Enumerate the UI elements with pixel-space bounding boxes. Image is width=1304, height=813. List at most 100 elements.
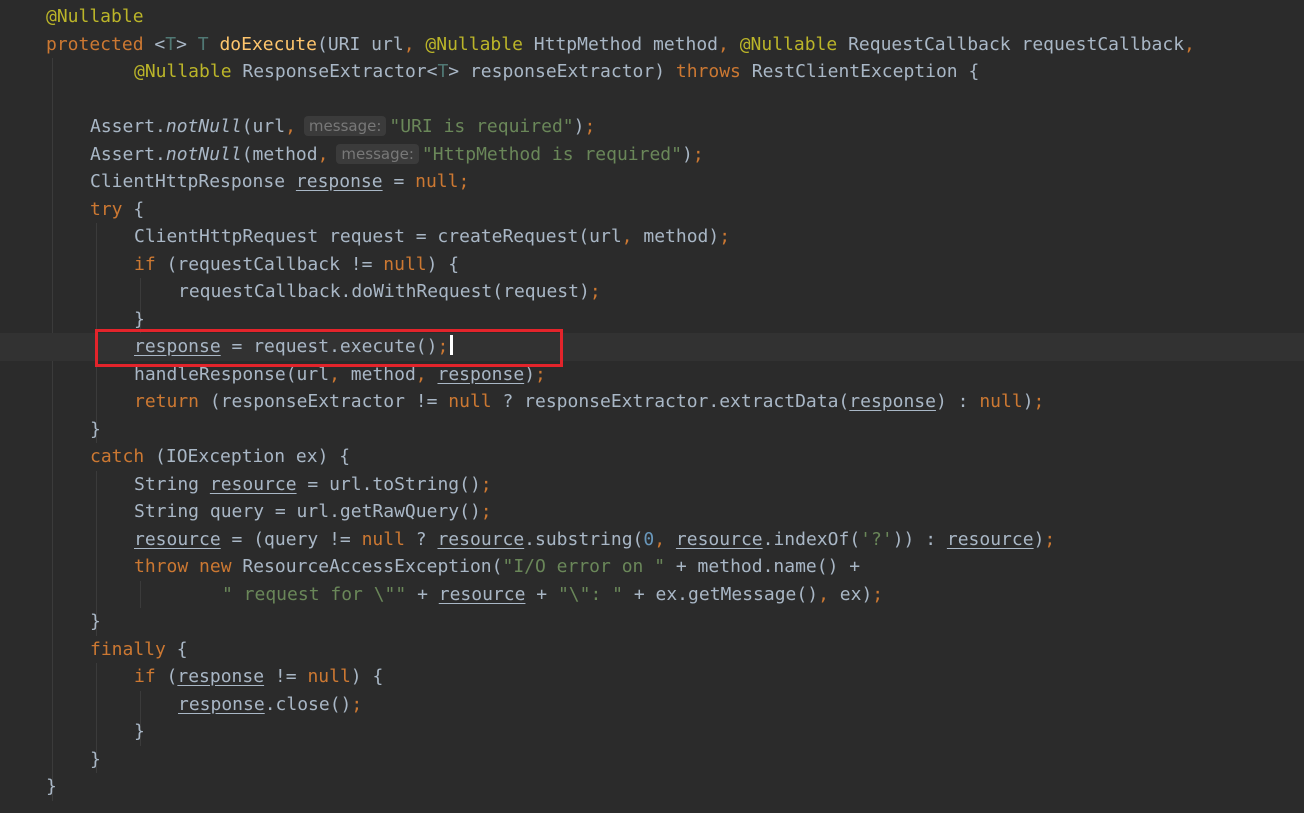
code-line-text: ClientHttpResponse response = null;	[90, 168, 469, 196]
code-line[interactable]: Assert.notNull(method, message: "HttpMetho…	[0, 141, 1304, 169]
code-line[interactable]: Assert.notNull(url, message: "URI is requi…	[0, 113, 1304, 141]
code-token: ;	[589, 281, 601, 302]
code-line[interactable]: finally {	[0, 636, 1304, 664]
code-token: try	[90, 198, 123, 220]
code-line-text: finally {	[90, 636, 188, 664]
code-token: throw new	[134, 556, 232, 577]
code-token: ;	[1033, 391, 1045, 412]
code-token: +	[525, 583, 558, 605]
code-line-text: }	[90, 746, 101, 774]
code-line-text: handleResponse(url, method, response);	[134, 361, 546, 389]
code-token: (requestCallback !=	[155, 253, 384, 275]
code-token: >	[176, 33, 198, 55]
code-token: T	[165, 33, 177, 55]
code-line-text: requestCallback.doWithRequest(request);	[178, 278, 601, 306]
code-line[interactable]: resource = (query != null ? resource.sub…	[0, 526, 1304, 554]
code-token: ;	[437, 336, 449, 357]
code-line[interactable]: }	[0, 718, 1304, 746]
code-line[interactable]: throw new ResourceAccessException("I/O e…	[0, 553, 1304, 581]
code-token: throws	[675, 61, 741, 82]
code-line[interactable]: ClientHttpRequest request = createReques…	[0, 223, 1304, 251]
code-token: resource	[946, 528, 1034, 550]
code-token: ,	[718, 33, 740, 55]
code-line[interactable]: }	[0, 608, 1304, 636]
code-token: '?'	[860, 528, 893, 550]
code-token: @Nullable	[739, 33, 838, 55]
code-line[interactable]: ClientHttpResponse response = null;	[0, 168, 1304, 196]
code-line[interactable]: response = request.execute();	[0, 333, 1304, 361]
code-token: ,	[329, 363, 351, 385]
code-line[interactable]: }	[0, 416, 1304, 444]
code-token: @Nullable	[425, 33, 523, 55]
code-line[interactable]: try {	[0, 196, 1304, 224]
code-token: if	[134, 666, 156, 687]
code-line-text: ClientHttpRequest request = createReques…	[134, 223, 730, 251]
code-line[interactable]: return (responseExtractor != null ? resp…	[0, 388, 1304, 416]
code-token: }	[134, 721, 145, 742]
code-token: null	[448, 391, 492, 412]
code-token: }	[90, 611, 101, 632]
code-token: response	[134, 336, 221, 357]
code-token: ,	[317, 143, 329, 165]
code-token: Assert.	[90, 143, 166, 165]
code-token: method)	[643, 226, 720, 247]
code-line[interactable]: response.close();	[0, 691, 1304, 719]
code-token: " request for \""	[222, 583, 407, 605]
code-token: <	[143, 33, 166, 55]
code-token: String	[134, 473, 210, 495]
code-token: +	[406, 583, 439, 605]
code-token: + method.name() +	[665, 556, 861, 577]
code-token: resource	[134, 528, 221, 550]
code-line[interactable]: }	[0, 773, 1304, 801]
code-token: }	[90, 748, 101, 770]
code-token: ) {	[350, 666, 384, 687]
code-line-text: protected <T> T doExecute(URI url, @Null…	[46, 31, 1195, 59]
code-token: handleResponse(url	[134, 363, 330, 385]
code-token: Assert.	[90, 116, 166, 137]
code-token: ,	[818, 583, 840, 605]
code-token: + ex.getMessage()	[623, 583, 819, 605]
code-line[interactable]: protected <T> T doExecute(URI url, @Null…	[0, 31, 1304, 59]
code-token: resource	[675, 528, 763, 550]
code-line[interactable]: @Nullable	[0, 3, 1304, 31]
code-token: = url.toString()	[296, 473, 481, 495]
code-token: ResourceAccessException(	[231, 556, 503, 577]
code-token: method	[350, 363, 416, 385]
code-line-text: }	[134, 306, 145, 334]
code-line[interactable]: catch (IOException ex) {	[0, 443, 1304, 471]
code-line[interactable]	[0, 86, 1304, 114]
code-token: null	[361, 528, 405, 550]
code-line-text: return (responseExtractor != null ? resp…	[134, 388, 1044, 416]
code-line-text: catch (IOException ex) {	[90, 443, 350, 471]
code-line[interactable]: if (response != null) {	[0, 663, 1304, 691]
code-line-text: " request for \"" + resource + "\": " + …	[222, 581, 883, 609]
code-token: HttpMethod method	[522, 33, 719, 55]
code-token: ,	[285, 116, 296, 137]
code-line[interactable]: }	[0, 306, 1304, 334]
code-token: )	[573, 116, 585, 137]
code-line[interactable]: String query = url.getRawQuery();	[0, 498, 1304, 526]
code-line[interactable]: @Nullable ResponseExtractor<T> responseE…	[0, 58, 1304, 86]
code-token: !=	[264, 666, 308, 687]
code-line[interactable]: " request for \"" + resource + "\": " + …	[0, 581, 1304, 609]
code-line[interactable]: requestCallback.doWithRequest(request);	[0, 278, 1304, 306]
code-line[interactable]: String resource = url.toString();	[0, 471, 1304, 499]
code-line[interactable]: handleResponse(url, method, response);	[0, 361, 1304, 389]
code-token: ;	[480, 473, 492, 495]
code-token: }	[134, 308, 145, 330]
code-token: "HttpMethod is required"	[421, 143, 682, 165]
code-token: finally	[90, 638, 166, 660]
code-token: ;	[480, 501, 492, 522]
code-line[interactable]: if (requestCallback != null) {	[0, 251, 1304, 279]
code-token: (IOException ex) {	[144, 446, 351, 467]
code-token: "I/O error on "	[502, 556, 666, 577]
code-line[interactable]: }	[0, 746, 1304, 774]
code-token: ;	[584, 116, 596, 137]
code-token: .substring(	[524, 528, 644, 550]
code-token: "URI is required"	[389, 116, 574, 137]
code-token: (url	[241, 116, 286, 137]
code-line-text: if (requestCallback != null) {	[134, 251, 459, 279]
code-editor[interactable]: @Nullable protected <T> T doExecute(URI u…	[0, 0, 1304, 813]
code-line-text: }	[134, 718, 145, 746]
